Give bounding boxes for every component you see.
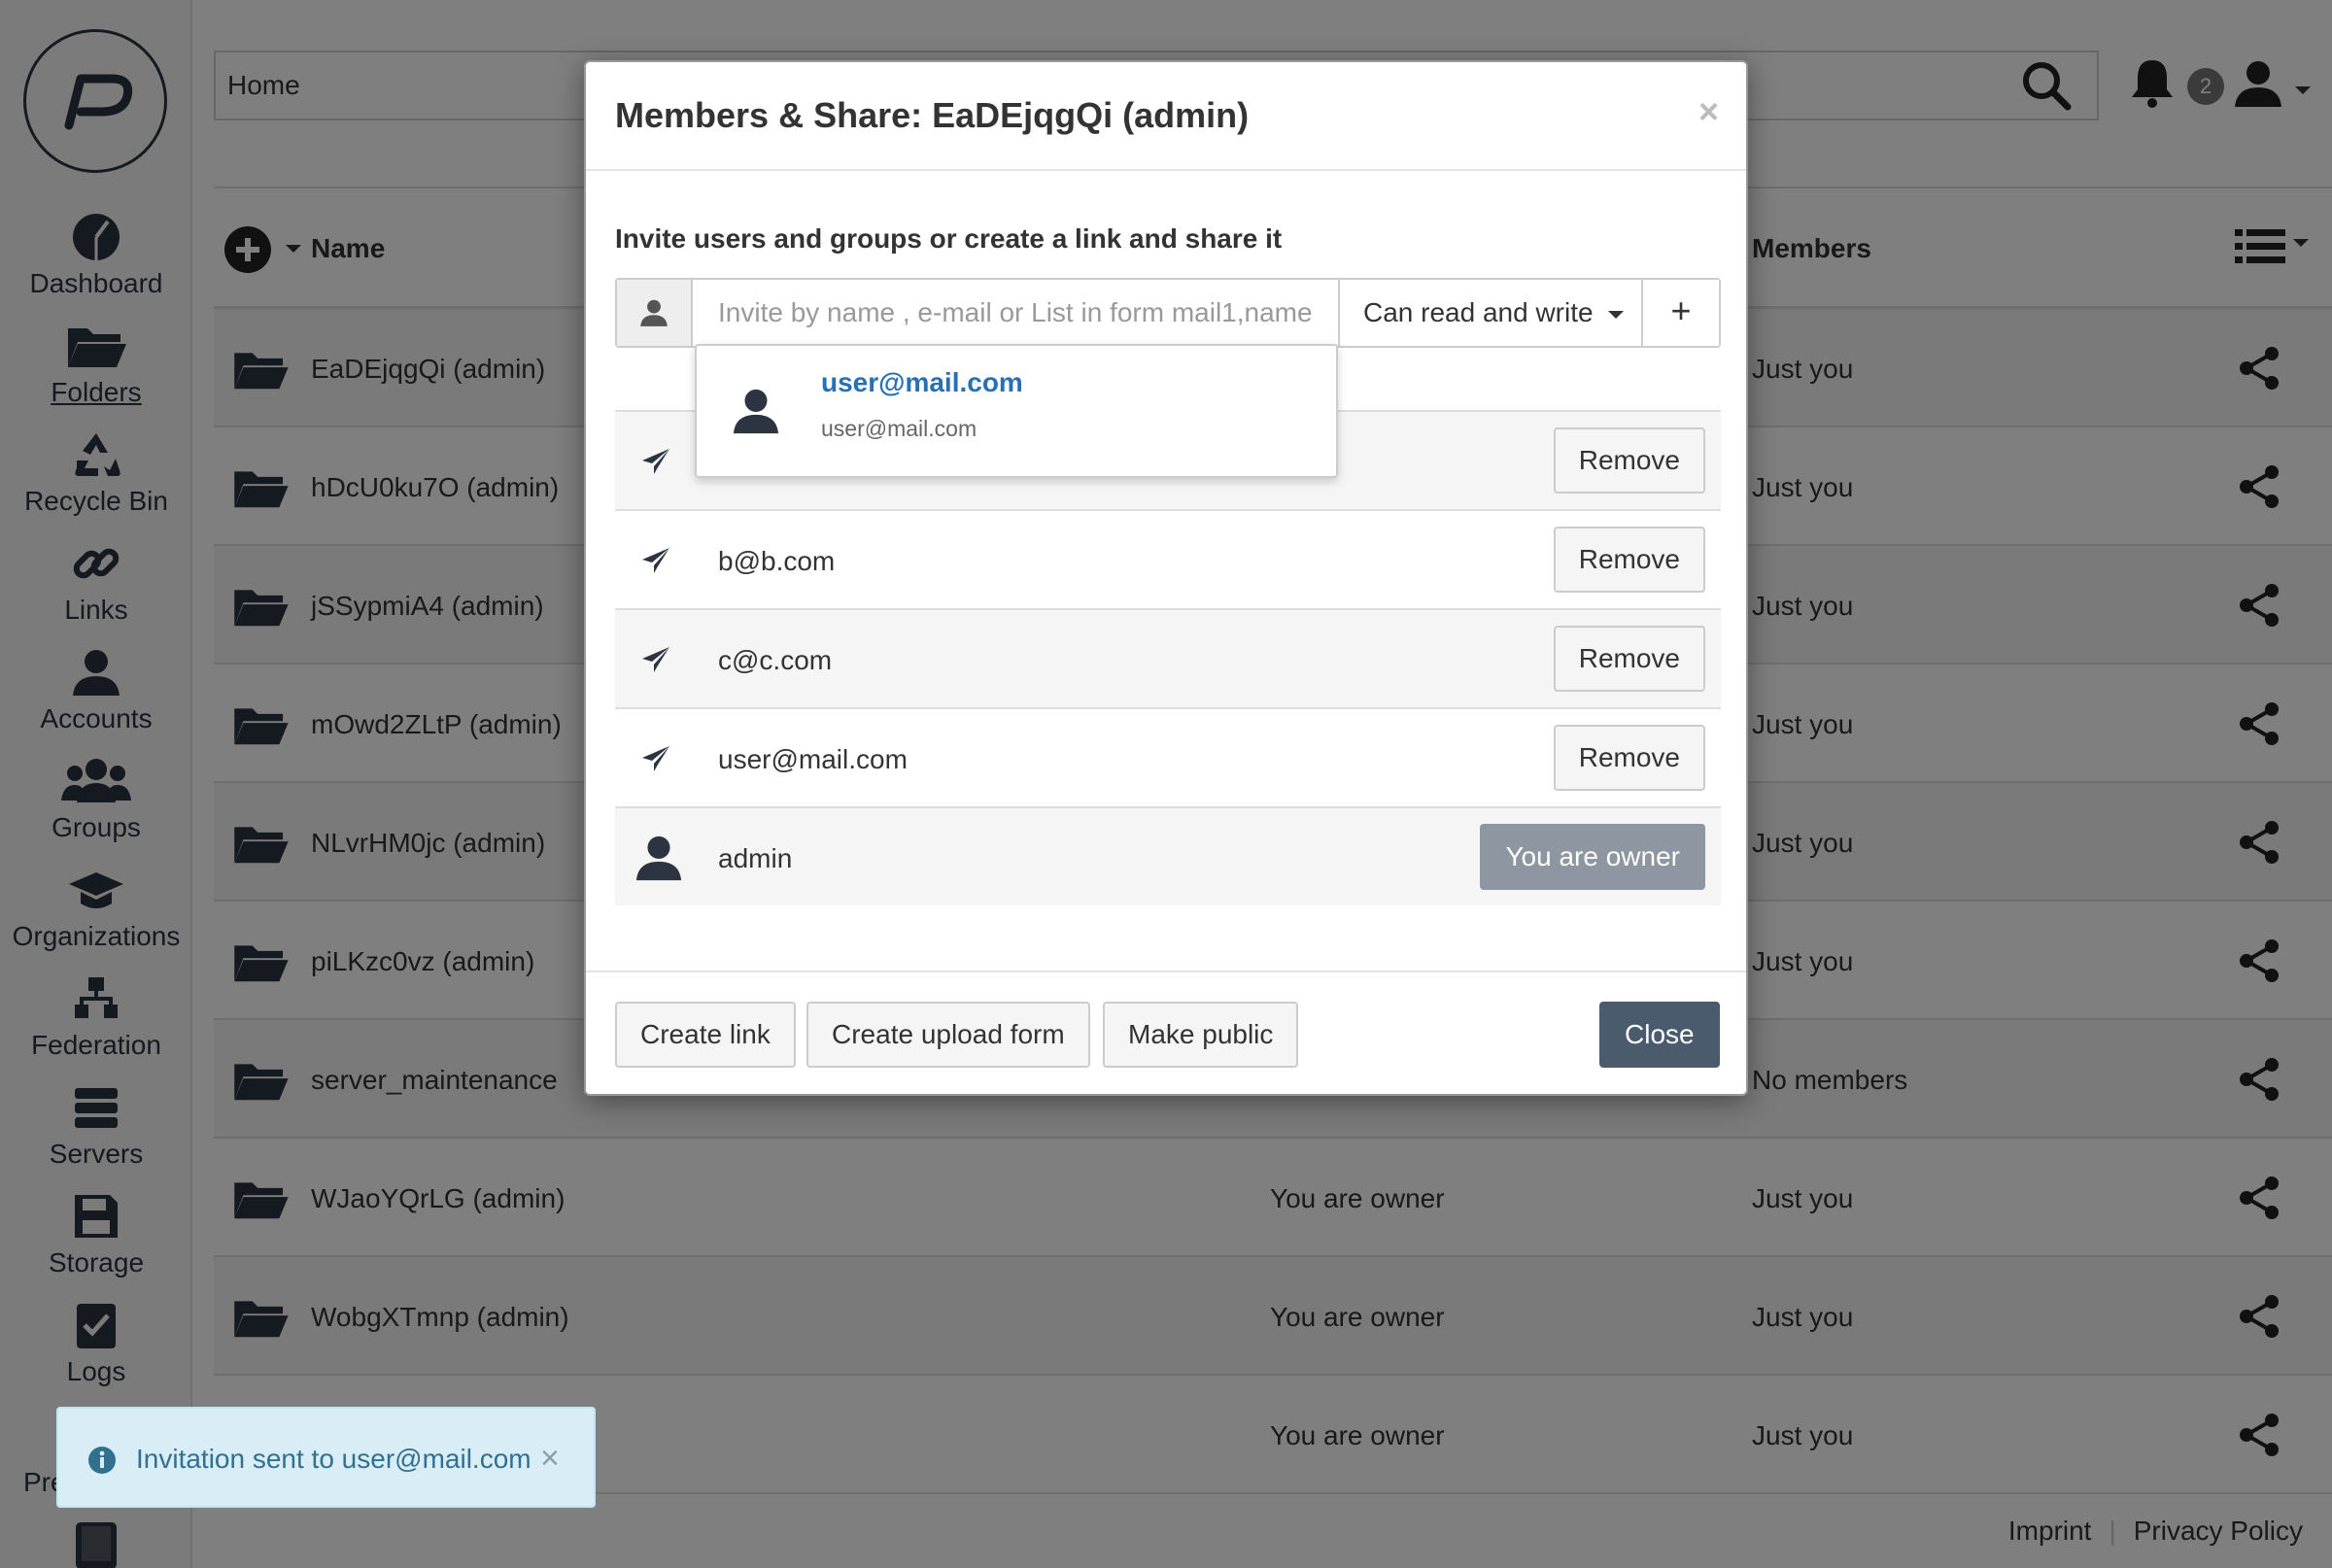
notification-toast: Invitation sent to user@mail.com ×	[56, 1407, 596, 1508]
members-share-dialog: Members & Share: EaDEjqgQi (admin) × Inv…	[584, 60, 1748, 1096]
invite-label: Invite users and groups or create a link…	[615, 223, 1283, 254]
member-row: b@b.com Remove	[615, 509, 1721, 608]
make-public-button[interactable]: Make public	[1103, 1002, 1299, 1068]
paper-plane-icon	[642, 746, 669, 771]
owner-badge: You are owner	[1480, 824, 1705, 890]
modal-title: Members & Share: EaDEjqgQi (admin)	[615, 95, 1250, 135]
modal-footer: Create link Create upload form Make publ…	[586, 971, 1746, 1096]
owner-name: admin	[718, 843, 793, 873]
close-icon[interactable]: ×	[540, 1440, 560, 1478]
owner-row: admin You are owner	[615, 806, 1721, 905]
remove-member-button[interactable]: Remove	[1553, 725, 1705, 791]
close-button[interactable]: Close	[1599, 1002, 1720, 1068]
close-icon[interactable]: ×	[1698, 91, 1719, 132]
user-icon	[733, 389, 779, 434]
paper-plane-icon	[642, 548, 669, 573]
paper-plane-icon	[642, 449, 669, 474]
user-icon	[617, 280, 693, 346]
autocomplete-suggestion[interactable]: user@mail.com user@mail.com	[695, 344, 1338, 478]
paper-plane-icon	[642, 647, 669, 672]
permission-dropdown[interactable]: Can read and write	[1338, 280, 1641, 346]
suggestion-subtitle: user@mail.com	[821, 416, 977, 441]
create-upload-form-button[interactable]: Create upload form	[806, 1002, 1090, 1068]
user-icon	[635, 835, 682, 881]
member-row: user@mail.com Remove	[615, 707, 1721, 806]
add-member-button[interactable]: +	[1641, 280, 1719, 346]
create-link-button[interactable]: Create link	[615, 1002, 796, 1068]
toast-message: Invitation sent to user@mail.com	[136, 1444, 532, 1474]
remove-member-button[interactable]: Remove	[1553, 626, 1705, 692]
suggestion-title: user@mail.com	[821, 367, 1023, 397]
chevron-down-icon	[1608, 310, 1625, 319]
member-email: c@c.com	[718, 645, 833, 675]
member-email: user@mail.com	[718, 744, 908, 774]
permission-value: Can read and write	[1363, 297, 1594, 327]
remove-member-button[interactable]: Remove	[1553, 527, 1705, 593]
info-icon	[88, 1447, 116, 1474]
member-email: b@b.com	[718, 546, 836, 576]
remove-member-button[interactable]: Remove	[1553, 427, 1705, 494]
invite-input-group: Can read and write +	[615, 278, 1721, 348]
modal-header: Members & Share: EaDEjqgQi (admin) ×	[586, 62, 1746, 171]
member-row: c@c.com Remove	[615, 608, 1721, 707]
invite-input[interactable]	[695, 280, 1338, 346]
